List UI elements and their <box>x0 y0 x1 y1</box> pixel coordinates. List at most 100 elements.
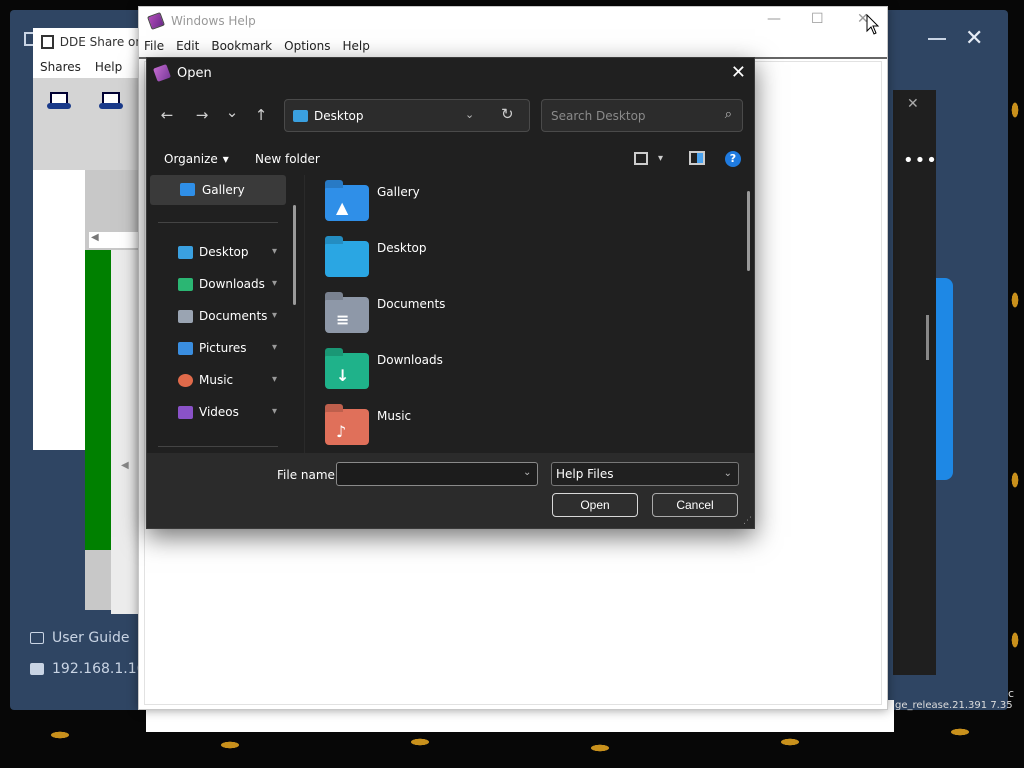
view-dropdown-icon[interactable]: ▾ <box>658 153 663 164</box>
pin-icon: ▾ <box>272 278 278 289</box>
recent-locations-icon[interactable]: ⌄ <box>221 103 243 121</box>
pin-icon: ▾ <box>272 406 278 417</box>
documents-icon <box>178 309 193 323</box>
nav-item-music[interactable]: Music ▾ <box>178 368 288 392</box>
preview-pane-icon[interactable] <box>689 151 705 165</box>
help-menubar: File Edit Bookmark Options Help <box>139 35 887 57</box>
share-checked-icon[interactable] <box>99 92 123 112</box>
dde-titlebar[interactable]: DDE Share on <box>33 28 143 56</box>
nav-item-downloads[interactable]: Downloads ▾ <box>178 272 288 296</box>
scroll-arrow-icon[interactable]: ◀ <box>121 460 129 471</box>
address-bar[interactable]: Desktop ⌄ ↻ <box>284 99 530 132</box>
ip-label: 192.168.1.16 <box>52 661 146 677</box>
menu-options[interactable]: Options <box>284 39 330 53</box>
menu-help[interactable]: Help <box>95 60 122 74</box>
ip-address: 192.168.1.16 <box>30 661 146 677</box>
nav-separator <box>158 446 278 447</box>
open-dialog: Open ✕ ← → ⌄ ↑ Desktop ⌄ ↻ Search Deskto… <box>146 57 755 529</box>
documents-folder-icon: ≡ <box>325 297 369 333</box>
pin-icon: ▾ <box>272 246 278 257</box>
minimize-button[interactable]: — <box>767 11 781 27</box>
file-item-documents[interactable]: ≡ Documents <box>325 291 625 341</box>
nav-item-documents[interactable]: Documents ▾ <box>178 304 288 328</box>
build-text: ge_release.21.391 7.35 <box>895 700 1013 711</box>
cancel-button[interactable]: Cancel <box>652 493 738 517</box>
music-folder-icon: ♪ <box>325 409 369 445</box>
file-item-music[interactable]: ♪ Music <box>325 403 625 453</box>
dialog-titlebar[interactable]: Open <box>147 58 754 88</box>
chevron-down-icon: ⌄ <box>723 468 732 479</box>
blue-tab[interactable] <box>936 278 953 480</box>
search-placeholder: Search Desktop <box>551 108 646 123</box>
menu-help[interactable]: Help <box>342 39 369 53</box>
forward-arrow-icon[interactable]: → <box>191 106 213 124</box>
help-icon[interactable]: ? <box>725 151 741 167</box>
file-item-gallery[interactable]: ▲ Gallery <box>325 179 625 229</box>
file-name: Gallery <box>377 185 420 199</box>
new-folder-button[interactable]: New folder <box>255 152 320 166</box>
desktop-icon <box>293 109 308 122</box>
back-arrow-icon[interactable]: ← <box>156 106 178 124</box>
pin-icon: ▾ <box>272 342 278 353</box>
nav-scrollbar[interactable] <box>293 205 296 305</box>
share-computer-icon[interactable] <box>47 92 71 112</box>
dialog-close-button[interactable]: ✕ <box>731 62 746 83</box>
dde-share-window: DDE Share on Shares Help ◀ ◀ <box>33 28 143 614</box>
search-box[interactable]: Search Desktop ⌕ <box>541 99 743 132</box>
corner-text: c <box>1008 687 1015 700</box>
more-options-icon[interactable]: ••• <box>903 150 938 171</box>
nav-label: Downloads <box>199 277 265 291</box>
navigation-pane: Gallery Desktop ▾ Downloads ▾ Documents … <box>148 175 298 453</box>
user-guide-link[interactable]: User Guide <box>30 630 129 646</box>
pane-divider[interactable] <box>304 175 305 455</box>
file-type-value: Help Files <box>556 467 614 481</box>
side-panel: ✕ ••• <box>893 90 938 675</box>
organize-button[interactable]: Organize ▾ <box>164 152 229 166</box>
chevron-down-icon: ▾ <box>222 152 229 166</box>
nav-label: Desktop <box>199 245 249 259</box>
book-icon <box>30 632 44 644</box>
address-dropdown-icon[interactable]: ⌄ <box>465 108 474 121</box>
menu-shares[interactable]: Shares <box>40 60 81 74</box>
file-type-select[interactable]: Help Files ⌄ <box>551 462 739 486</box>
close-icon[interactable]: ✕ <box>965 26 983 51</box>
nav-item-desktop[interactable]: Desktop ▾ <box>178 240 288 264</box>
user-guide-label: User Guide <box>52 630 130 646</box>
view-options-icon[interactable] <box>634 152 648 165</box>
nav-separator <box>158 222 278 223</box>
maximize-button[interactable]: ☐ <box>811 11 824 27</box>
pin-icon: ▾ <box>272 374 278 385</box>
file-name-dropdown-icon[interactable]: ⌄ <box>523 467 531 478</box>
nav-gallery-label: Gallery <box>202 183 245 197</box>
nav-item-gallery[interactable]: Gallery <box>150 175 286 205</box>
nav-item-videos[interactable]: Videos ▾ <box>178 400 288 424</box>
dialog-app-icon <box>153 64 171 82</box>
organize-label: Organize <box>164 152 218 166</box>
menu-bookmark[interactable]: Bookmark <box>211 39 272 53</box>
pictures-icon <box>178 341 193 355</box>
file-item-desktop[interactable]: Desktop <box>325 235 625 285</box>
nav-item-pictures[interactable]: Pictures ▾ <box>178 336 288 360</box>
up-arrow-icon[interactable]: ↑ <box>250 106 272 124</box>
music-icon <box>178 373 193 387</box>
desktop-folder-icon <box>325 241 369 277</box>
dde-app-icon <box>41 35 54 49</box>
dde-title: DDE Share on <box>59 35 143 49</box>
resize-grip-icon[interactable]: ⋰ <box>743 516 752 526</box>
file-name: Desktop <box>377 241 427 255</box>
refresh-icon[interactable]: ↻ <box>501 105 514 123</box>
panel-scrollbar[interactable] <box>926 315 929 360</box>
menu-file[interactable]: File <box>144 39 164 53</box>
file-list-scrollbar[interactable] <box>747 191 750 271</box>
open-button[interactable]: Open <box>552 493 638 517</box>
file-list: ▲ Gallery Desktop ≡ Documents ↓ Download… <box>307 175 747 453</box>
file-name-input[interactable] <box>336 462 538 486</box>
scroll-left-icon[interactable]: ◀ <box>89 232 139 248</box>
file-name-label: File name: <box>277 468 339 482</box>
file-item-downloads[interactable]: ↓ Downloads <box>325 347 625 397</box>
help-book-icon <box>147 12 165 30</box>
minimize-icon[interactable] <box>928 38 946 40</box>
dde-menubar: Shares Help <box>33 56 143 78</box>
panel-close-icon[interactable]: ✕ <box>907 96 919 112</box>
menu-edit[interactable]: Edit <box>176 39 199 53</box>
